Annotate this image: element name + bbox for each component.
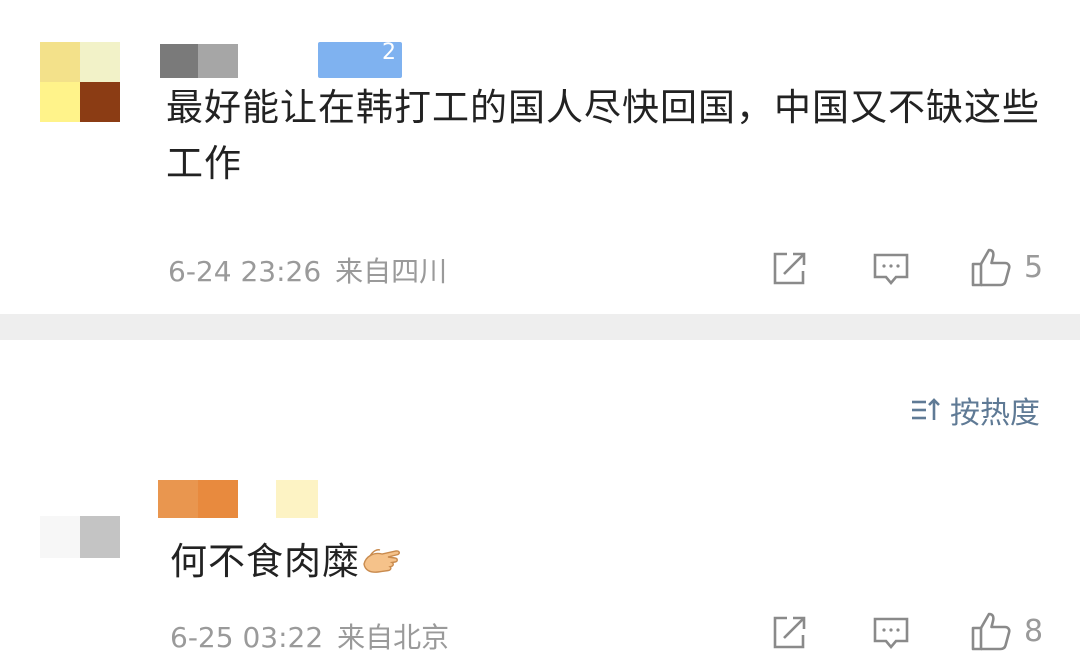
username-redacted[interactable] <box>160 44 238 78</box>
like-button[interactable]: 8 <box>970 610 1043 652</box>
avatar-pixel <box>40 82 80 122</box>
username-pixel <box>158 480 198 518</box>
like-count: 8 <box>1024 613 1044 649</box>
comment-icon <box>873 617 909 650</box>
comment-icon <box>873 253 909 286</box>
comment-meta: 6-25 03:22 来自北京 <box>170 616 449 656</box>
share-icon <box>773 252 806 285</box>
section-divider <box>0 314 1080 340</box>
comment-time: 6-24 23:26 <box>168 255 322 288</box>
share-button[interactable] <box>770 614 808 652</box>
avatar-pixel <box>80 516 120 558</box>
comment-time: 6-25 03:22 <box>170 621 324 654</box>
avatar-pixel <box>40 516 80 558</box>
comment-text-content: 何不食肉糜 <box>170 540 360 583</box>
reply-button[interactable] <box>872 250 910 288</box>
avatar-pixel <box>40 42 80 82</box>
avatar[interactable] <box>40 42 120 122</box>
hand-emoji-icon <box>362 538 402 594</box>
share-icon <box>773 616 806 649</box>
avatar[interactable] <box>40 516 120 558</box>
comment-location: 来自四川 <box>335 255 448 288</box>
thumbs-up-icon <box>971 248 1011 287</box>
avatar-pixel <box>80 82 120 122</box>
share-button[interactable] <box>770 250 808 288</box>
sort-toggle[interactable]: 按热度 <box>910 388 1040 432</box>
user-badge-level: 2 <box>382 40 396 65</box>
sort-label: 按热度 <box>950 396 1040 431</box>
comment-location: 来自北京 <box>337 621 450 654</box>
username-pixel <box>198 44 238 78</box>
comment-text: 最好能让在韩打工的国人尽快回国，中国又不缺这些工作 <box>166 86 1040 185</box>
comment-meta: 6-24 23:26 来自四川 <box>168 250 447 290</box>
thumbs-up-icon <box>971 612 1011 651</box>
username-redacted[interactable] <box>158 480 238 518</box>
avatar-pixel <box>80 42 120 82</box>
user-badge-redacted <box>276 480 318 518</box>
reply-button[interactable] <box>872 614 910 652</box>
user-badge-redacted: 2 <box>318 40 402 78</box>
sort-icon <box>912 398 940 420</box>
username-pixel <box>160 44 198 78</box>
comment-text: 何不食肉糜 <box>170 534 402 594</box>
like-count: 5 <box>1024 249 1044 285</box>
username-pixel <box>198 480 238 518</box>
like-button[interactable]: 5 <box>970 246 1043 288</box>
